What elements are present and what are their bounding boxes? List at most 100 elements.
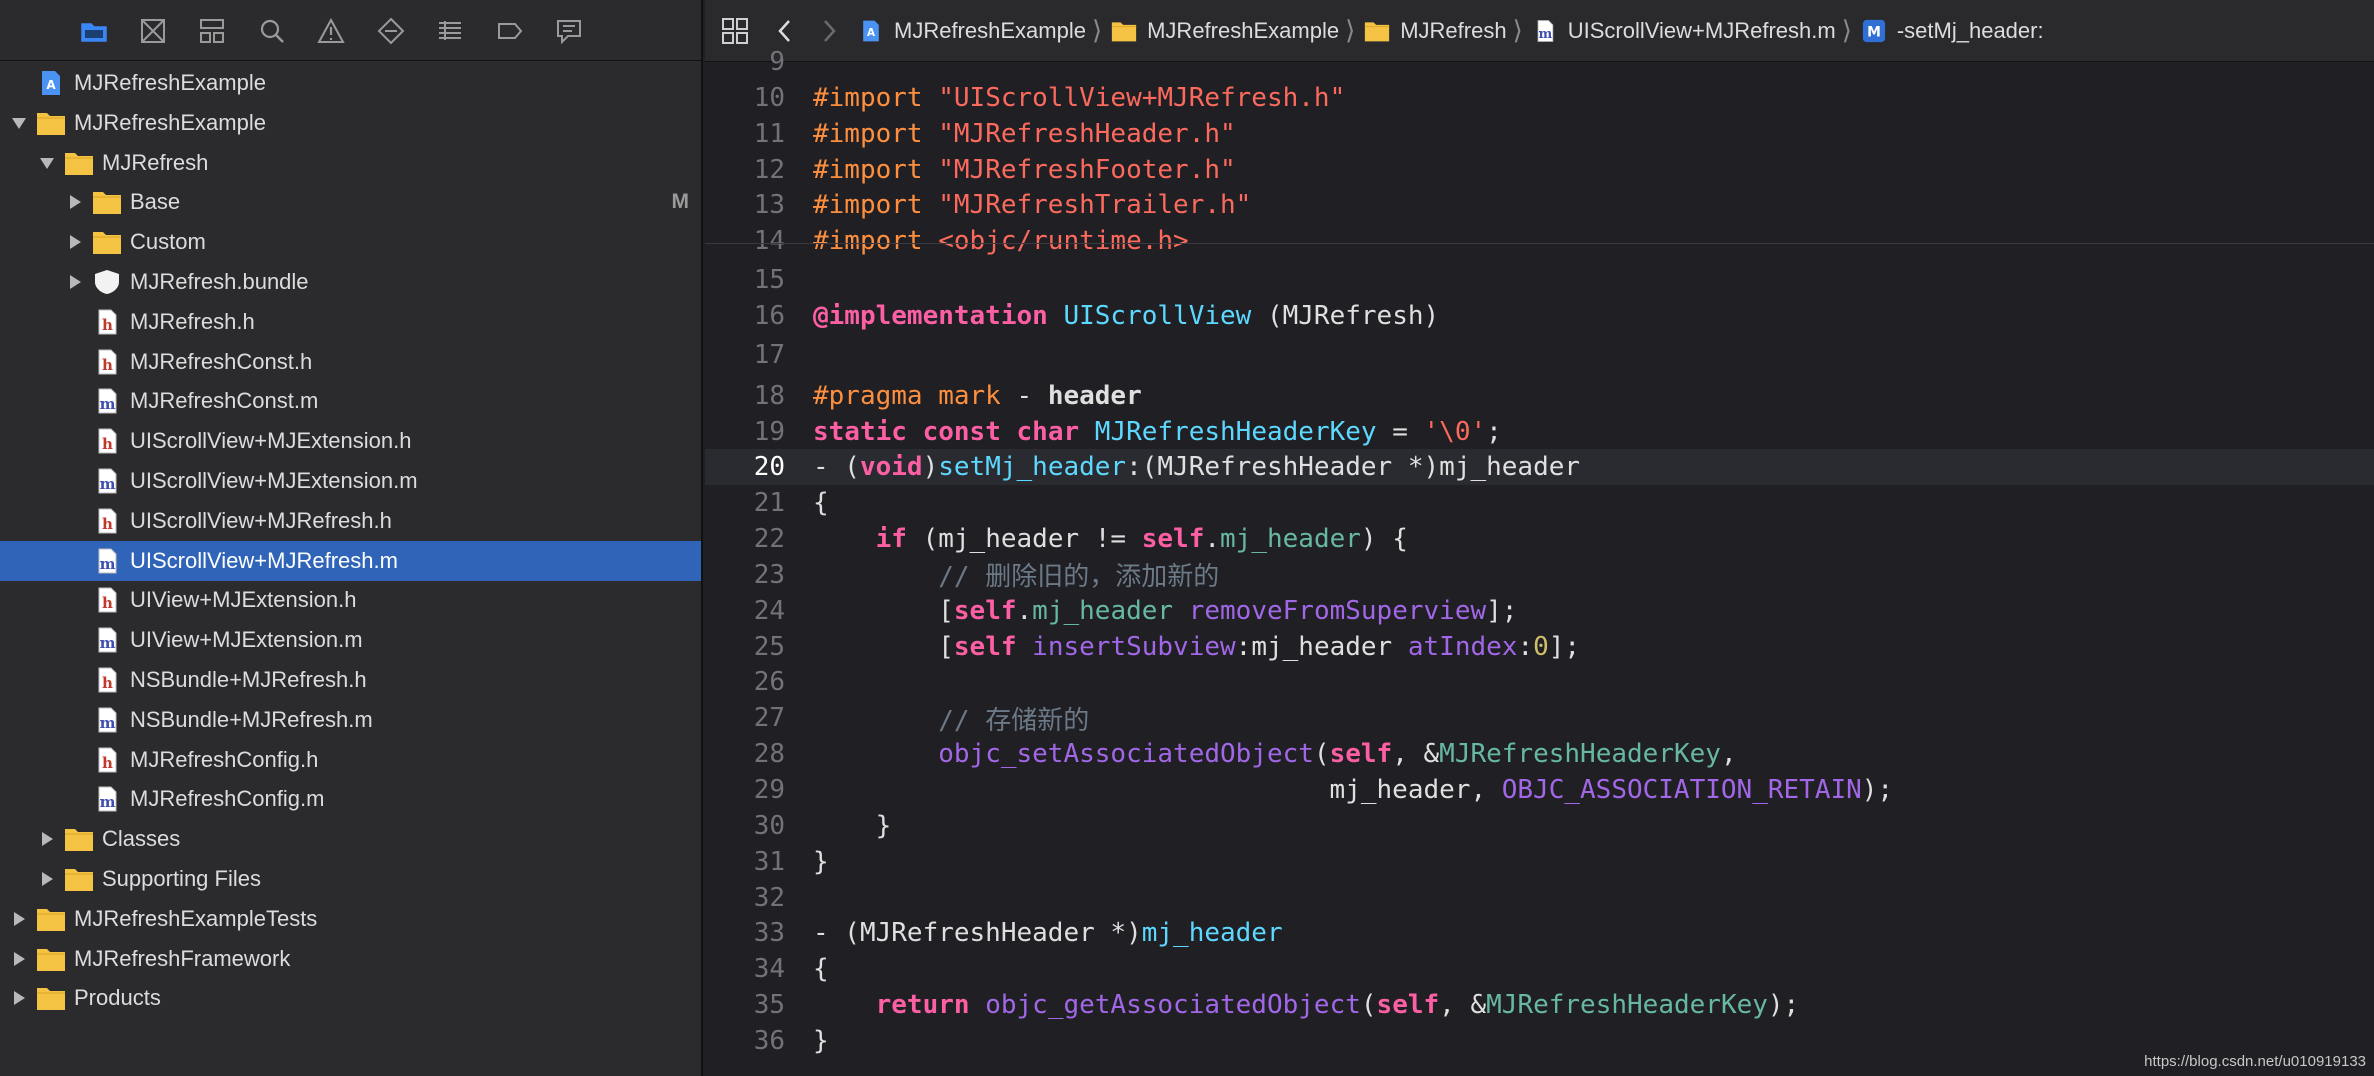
code-token: ); [1861, 775, 1894, 805]
disclosure-closed-icon[interactable] [36, 828, 58, 850]
warning-icon[interactable] [315, 15, 347, 47]
tree-item-uiview-mjextension-h[interactable]: h UIView+MJExtension.h [0, 580, 701, 620]
tree-item-mjrefreshexample[interactable]: A MJRefreshExample [0, 63, 701, 103]
code-line: 9 [705, 44, 2374, 80]
code-token: #pragma mark [813, 380, 1001, 411]
tree-item-uiscrollview-mjrefresh-h[interactable]: h UIScrollView+MJRefresh.h [0, 501, 701, 541]
disclosure-closed-icon[interactable] [8, 908, 30, 930]
modified-badge: M [671, 190, 690, 214]
debug-icon[interactable] [434, 15, 466, 47]
tree-item-nsbundle-mjrefresh-h[interactable]: h NSBundle+MJRefresh.h [0, 660, 701, 700]
code-token: UIScrollView [1063, 300, 1252, 331]
line-number: 31 [753, 846, 785, 877]
folder-icon[interactable] [78, 15, 110, 47]
disclosure-closed-icon[interactable] [64, 231, 86, 253]
code-text: #import "MJRefreshHeader.h" [785, 119, 1236, 149]
code-line: 12 #import "MJRefreshFooter.h" [705, 152, 2374, 188]
search-icon[interactable] [256, 15, 288, 47]
code-text: static const char MJRefreshHeaderKey = '… [785, 417, 1502, 447]
tree-item-mjrefreshconst-h[interactable]: h MJRefreshConst.h [0, 342, 701, 382]
code-token: ) [922, 452, 939, 483]
tree-item-label: Supporting Files [102, 866, 261, 891]
code-token: self [953, 595, 1017, 626]
tree-item-mjrefresh-h[interactable]: h MJRefresh.h [0, 302, 701, 342]
breadcrumb-item[interactable]: A MJRefreshExample [857, 17, 1086, 45]
code-token: objc_getAssociatedObject [985, 990, 1361, 1021]
folder-icon [36, 945, 66, 973]
tree-item-mjrefresh-bundle[interactable]: MJRefresh.bundle [0, 262, 701, 302]
code-token: { [813, 488, 829, 519]
tree-item-uiview-mjextension-m[interactable]: m UIView+MJExtension.m [0, 620, 701, 660]
report-icon[interactable] [553, 15, 585, 47]
line-number: 36 [753, 1025, 785, 1056]
disclosure-closed-icon[interactable] [8, 987, 30, 1009]
disclosure-closed-icon[interactable] [36, 868, 58, 890]
tree-item-label: MJRefresh.h [130, 308, 255, 334]
tree-item-uiscrollview-mjextension-m[interactable]: m UIScrollView+MJExtension.m [0, 461, 701, 501]
tree-item-classes[interactable]: Classes [0, 819, 701, 859]
tree-item-uiscrollview-mjrefresh-m[interactable]: m UIScrollView+MJRefresh.m [0, 540, 701, 581]
tree-item-products[interactable]: Products [0, 978, 701, 1018]
code-area[interactable]: 9 10 #import "UIScrollView+MJRefresh.h" 11 #… [705, 47, 2374, 1076]
tree-item-custom[interactable]: Custom [0, 222, 701, 262]
tree-item-mjrefreshconfig-h[interactable]: h MJRefreshConfig.h [0, 740, 701, 780]
code-text: #import "MJRefreshFooter.h" [785, 155, 1236, 185]
code-token: "MJRefreshHeader.h" [938, 118, 1236, 149]
line-number: 34 [753, 954, 785, 985]
code-token: if [875, 524, 907, 555]
line-number: 16 [753, 300, 785, 331]
tree-item-mjrefreshconfig-m[interactable]: m MJRefreshConfig.m [0, 779, 701, 819]
test-icon[interactable] [375, 15, 407, 47]
code-token: #import [813, 118, 939, 149]
line-number: 11 [753, 118, 785, 149]
code-line: 34 { [705, 951, 2374, 987]
tree-item-uiscrollview-mjextension-h[interactable]: h UIScrollView+MJExtension.h [0, 421, 701, 461]
disclosure-closed-icon[interactable] [8, 948, 30, 970]
project-icon: A [36, 69, 66, 97]
code-token: OBJC_ASSOCIATION_RETAIN [1501, 775, 1862, 805]
line-number: 13 [753, 190, 785, 221]
source-control-icon[interactable] [137, 15, 169, 47]
breadcrumb-item[interactable]: m UIScrollView+MJRefresh.m [1531, 17, 1836, 45]
disclosure-open-icon[interactable] [36, 152, 58, 174]
code-line: 29 mj_header, OBJC_ASSOCIATION_RETAIN); [705, 772, 2374, 808]
code-line: 15 [705, 262, 2374, 298]
svg-text:h: h [102, 594, 113, 612]
code-text: #import "MJRefreshTrailer.h" [785, 190, 1251, 220]
breadcrumb-item[interactable]: MJRefreshExample [1110, 17, 1339, 45]
code-token: ) { [1360, 524, 1408, 555]
tree-item-mjrefresh[interactable]: MJRefresh [0, 143, 701, 183]
code-token: } [813, 810, 892, 841]
code-token: // 删除旧的，添加新的 [938, 562, 1220, 593]
symbol-icon[interactable] [196, 15, 228, 47]
code-text: // 存储新的 [785, 700, 1089, 737]
code-token: <objc/runtime.h> [938, 226, 1189, 257]
code-token: MJRefreshHeaderKey [1486, 990, 1768, 1021]
code-token: 0 [1533, 631, 1549, 662]
breakpoint-icon[interactable] [494, 15, 526, 47]
tree-item-mjrefreshframework[interactable]: MJRefreshFramework [0, 939, 701, 979]
code-line: 25 [self insertSubview:mj_header atIndex… [705, 629, 2374, 665]
tree-item-label: UIScrollView+MJExtension.m [130, 468, 418, 493]
tree-item-mjrefreshexample[interactable]: MJRefreshExample [0, 103, 701, 143]
tree-item-label: Classes [102, 826, 181, 852]
breadcrumb-item[interactable]: MJRefresh [1363, 17, 1507, 45]
code-token: #import [813, 82, 939, 113]
code-token: mj_header [1141, 918, 1283, 949]
tree-item-label: NSBundle+MJRefresh.h [130, 667, 367, 692]
tree-item-nsbundle-mjrefresh-m[interactable]: m NSBundle+MJRefresh.m [0, 700, 701, 740]
svg-text:h: h [102, 674, 113, 692]
disclosure-open-icon[interactable] [8, 112, 30, 134]
tree-item-base[interactable]: Base M [0, 182, 701, 222]
disclosure-closed-icon[interactable] [64, 191, 86, 213]
tree-item-supporting-files[interactable]: Supporting Files [0, 859, 701, 899]
tree-item-mjrefreshconst-m[interactable]: m MJRefreshConst.m [0, 381, 701, 421]
disclosure-closed-icon[interactable] [64, 271, 86, 293]
tree-item-mjrefreshexampletests[interactable]: MJRefreshExampleTests [0, 899, 701, 939]
code-token: "UIScrollView+MJRefresh.h" [938, 82, 1346, 113]
breadcrumb-item[interactable]: M -setMj_header: [1860, 17, 2044, 45]
